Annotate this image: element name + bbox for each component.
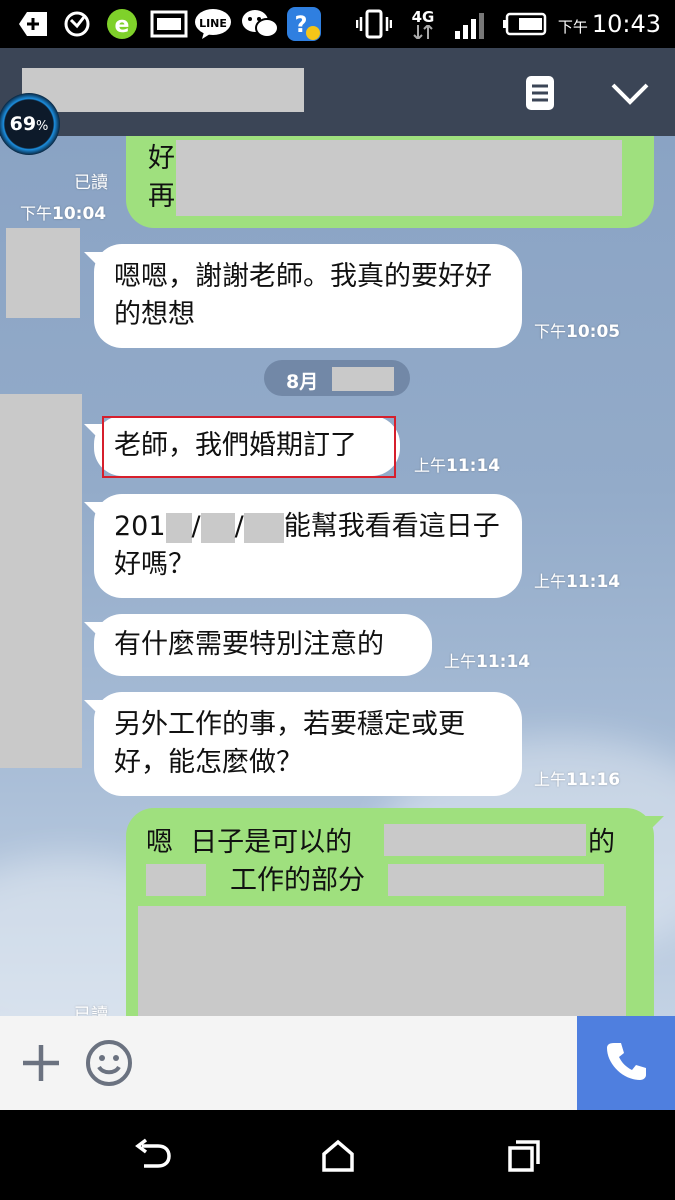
message-timestamp: 下午10:04	[20, 200, 106, 224]
redacted-date	[332, 367, 394, 391]
plus-icon[interactable]	[20, 1042, 62, 1084]
avatar[interactable]	[6, 228, 80, 318]
wechat-icon	[240, 8, 280, 40]
message-text-part: /	[191, 511, 201, 542]
redacted-text	[243, 512, 284, 543]
message-text: 有什麼需要特別注意的	[114, 629, 384, 660]
read-receipt: 已讀	[74, 1005, 108, 1016]
timestamp-ampm: 上午	[534, 572, 567, 591]
date-label: 8月	[286, 371, 319, 393]
redacted-text	[138, 906, 626, 1016]
svg-text:LINE: LINE	[199, 17, 227, 30]
timestamp-time: 11:14	[476, 652, 531, 672]
timestamp-ampm: 上午	[534, 770, 567, 789]
timestamp-time: 11:14	[566, 572, 621, 592]
call-button[interactable]	[577, 1016, 675, 1110]
clock: 下午 10:43	[558, 8, 661, 40]
redacted-text	[176, 140, 622, 216]
redacted-text	[384, 824, 586, 856]
message-timestamp: 下午10:05	[534, 318, 620, 342]
status-bar: e LINE ? 4G 下午 10:43	[0, 0, 675, 48]
gallery-icon	[150, 8, 188, 40]
message-bubble-incoming[interactable]: 201// 能幫我看看這日子好嗎？	[94, 494, 522, 598]
network-4g-icon: 4G	[408, 8, 438, 40]
timestamp-ampm: 下午	[534, 322, 567, 341]
message-text: 另外工作的事，若要穩定或更好，能怎麼做？	[114, 709, 465, 778]
message-text-part: 201	[114, 511, 166, 542]
message-text-part: /	[234, 511, 244, 542]
battery-percent: 69	[9, 113, 37, 135]
add-icon	[16, 8, 50, 40]
svg-text:e: e	[115, 13, 130, 38]
redacted-text	[146, 864, 206, 896]
home-icon[interactable]	[314, 1132, 362, 1180]
timestamp-time: 10:05	[566, 322, 621, 342]
message-text: 嗯 日子是可以的	[146, 827, 353, 858]
message-text: 好	[148, 143, 175, 174]
message-text: 再	[148, 181, 175, 212]
highlight-box	[102, 416, 396, 478]
timestamp-time: 11:16	[566, 770, 621, 790]
redacted-text	[165, 512, 192, 543]
message-bubble-incoming[interactable]: 另外工作的事，若要穩定或更好，能怎麼做？	[94, 692, 522, 796]
emoji-icon[interactable]	[84, 1038, 134, 1088]
avatar[interactable]	[0, 394, 82, 768]
message-bubble-incoming[interactable]: 嗯嗯，謝謝老師。我真的要好好的想想	[94, 244, 522, 348]
timestamp-ampm: 上午	[444, 652, 477, 671]
sync-icon	[60, 8, 94, 40]
read-receipt: 已讀	[74, 173, 108, 193]
menu-notes-icon[interactable]	[524, 74, 556, 112]
chat-area[interactable]: 好 再 已讀 下午10:04 嗯嗯，謝謝老師。我真的要好好的想想 下午10:05…	[0, 136, 675, 1016]
redacted-text	[200, 512, 235, 543]
battery-overlay: 69%	[0, 93, 60, 155]
clock-ampm: 下午	[557, 18, 588, 36]
line-app-icon: LINE	[194, 8, 232, 40]
phone-icon	[604, 1039, 648, 1087]
chat-title-redacted	[22, 68, 304, 112]
message-timestamp: 上午11:16	[534, 766, 620, 790]
vibrate-icon	[356, 8, 392, 40]
redacted-text	[388, 864, 604, 896]
message-text: 201// 能幫我看看這日子好嗎？	[114, 508, 514, 584]
message-text: 的	[588, 827, 615, 858]
message-bubble-outgoing[interactable]: 嗯 日子是可以的 的 工作的部分	[126, 808, 654, 1016]
message-text: 工作的部分	[230, 865, 365, 896]
help-app-icon: ?	[286, 7, 322, 41]
message-text: 嗯嗯，謝謝老師。我真的要好好的想想	[114, 261, 492, 330]
message-input-bar	[0, 1016, 675, 1110]
timestamp-ampm: 上午	[414, 456, 447, 475]
back-icon[interactable]	[128, 1132, 176, 1180]
chevron-down-icon[interactable]	[610, 80, 650, 108]
message-timestamp: 上午11:14	[414, 452, 500, 476]
message-timestamp: 上午11:14	[444, 648, 530, 672]
timestamp-ampm: 下午	[20, 204, 53, 223]
message-bubble-incoming[interactable]: 有什麼需要特別注意的	[94, 614, 432, 676]
timestamp-time: 11:14	[446, 456, 501, 476]
ie-browser-icon: e	[104, 8, 140, 40]
date-separator: 8月	[264, 360, 410, 396]
clock-time: 10:43	[591, 10, 661, 38]
chat-header	[0, 48, 675, 136]
message-bubble-outgoing[interactable]: 好 再	[126, 136, 654, 228]
recent-apps-icon[interactable]	[500, 1132, 548, 1180]
message-timestamp: 上午11:14	[534, 568, 620, 592]
battery-icon	[502, 8, 548, 40]
signal-icon	[452, 8, 492, 40]
svg-text:?: ?	[295, 13, 308, 38]
network-type-label: 4G	[411, 7, 435, 26]
timestamp-time: 10:04	[52, 204, 107, 224]
battery-unit: %	[36, 118, 49, 134]
navigation-bar	[0, 1110, 675, 1200]
